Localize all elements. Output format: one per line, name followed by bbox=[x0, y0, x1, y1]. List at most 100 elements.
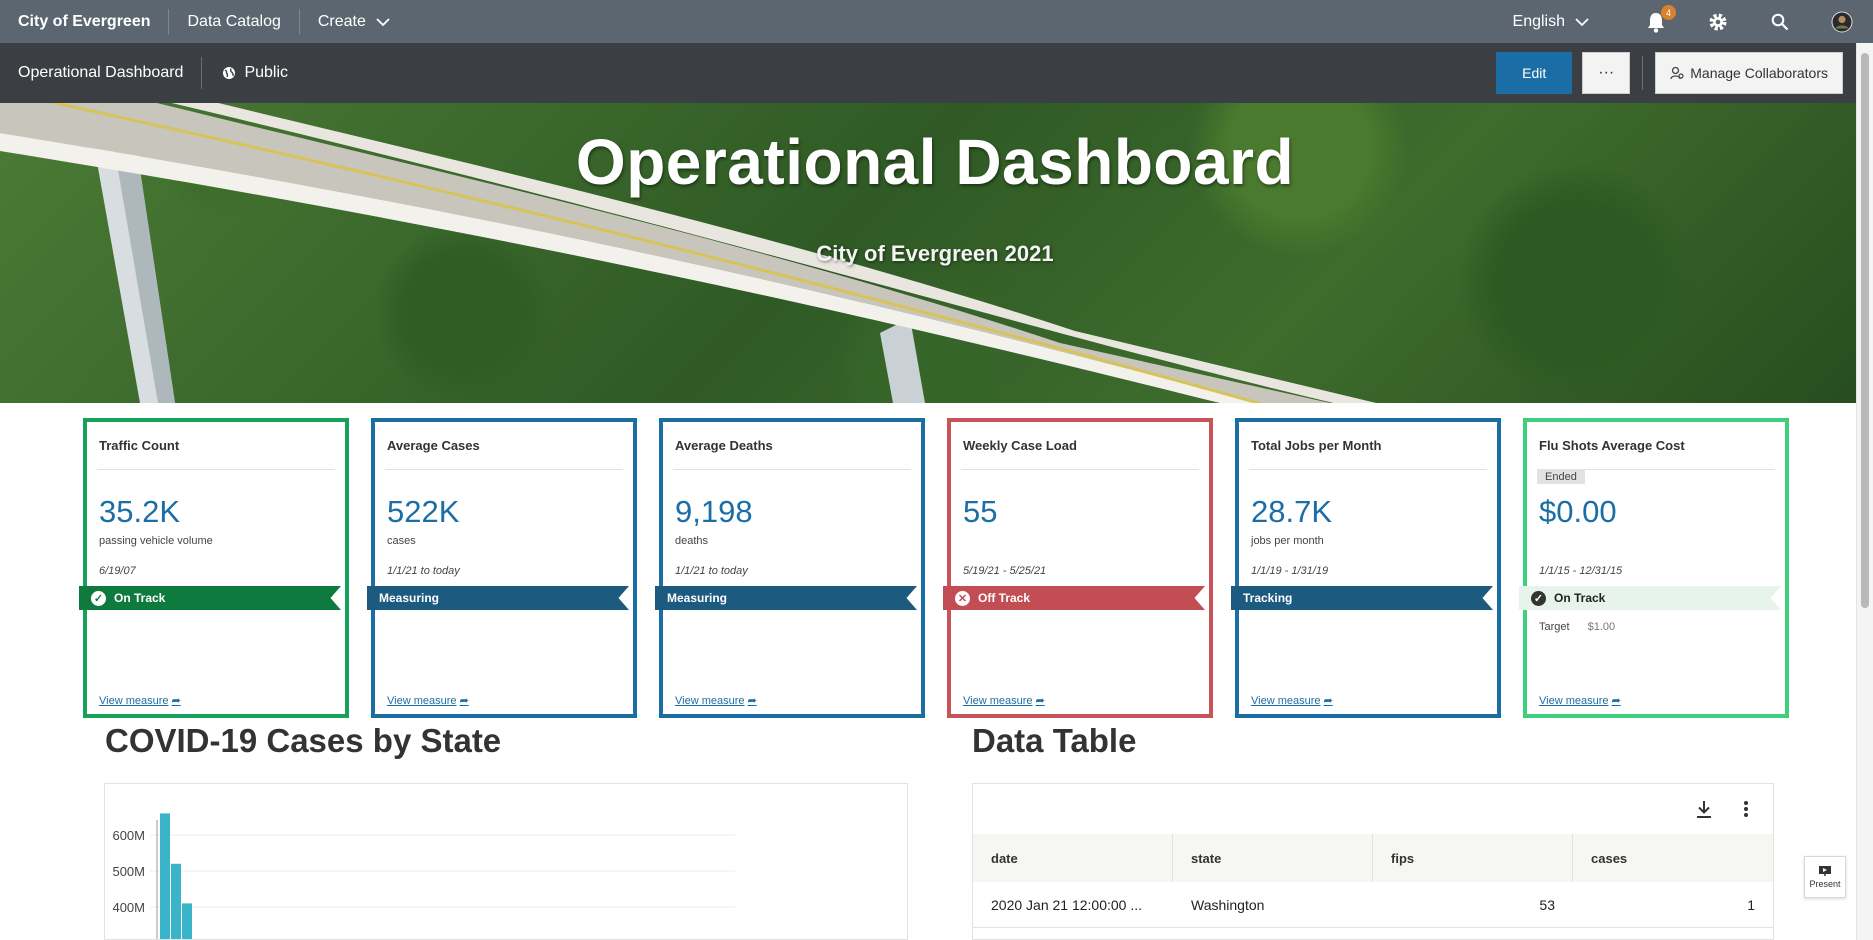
card-unit: deaths bbox=[675, 535, 709, 547]
card-title: Weekly Case Load bbox=[961, 422, 1199, 470]
view-measure-link[interactable]: View measure ➦ bbox=[387, 694, 469, 708]
cell-fips: 53 bbox=[1539, 896, 1555, 913]
gear-icon bbox=[1709, 13, 1727, 30]
view-measure-link[interactable]: View measure ➦ bbox=[675, 694, 757, 708]
view-measure-label: View measure bbox=[675, 694, 745, 707]
status-label: On Track bbox=[114, 591, 166, 605]
status-label: Off Track bbox=[978, 591, 1031, 605]
card-period: 1/1/21 to today bbox=[675, 565, 748, 577]
arrow-icon: ➦ bbox=[1611, 695, 1621, 707]
presentation-icon bbox=[1819, 866, 1831, 876]
top-navigation: City of Evergreen Data Catalog Create En… bbox=[0, 0, 1873, 43]
data-table: date state fips cases 2020 Jan 21 12:00:… bbox=[972, 783, 1774, 940]
card-period: 1/1/19 - 1/31/19 bbox=[1251, 565, 1329, 577]
card-title: Total Jobs per Month bbox=[1249, 422, 1487, 470]
card-title: Flu Shots Average Cost bbox=[1537, 422, 1775, 470]
column-header-cases[interactable]: cases bbox=[1573, 834, 1773, 882]
status-ribbon: Tracking bbox=[1231, 586, 1493, 610]
kebab-menu-icon[interactable] bbox=[1743, 799, 1749, 819]
visibility-label: Public bbox=[244, 64, 289, 81]
notification-count-badge: 4 bbox=[1661, 5, 1676, 20]
present-button[interactable]: Present bbox=[1804, 856, 1846, 898]
view-measure-label: View measure bbox=[387, 694, 457, 707]
dashboard-header-bar: Operational Dashboard Public Edit ··· Ma… bbox=[0, 43, 1873, 103]
avatar-icon bbox=[1831, 11, 1853, 32]
view-measure-label: View measure bbox=[99, 694, 169, 707]
download-icon[interactable] bbox=[1695, 799, 1713, 819]
target-value: $1.00 bbox=[1587, 621, 1616, 633]
measure-card-average-deaths: Average Deaths 9,198 deaths 1/1/21 to to… bbox=[655, 418, 925, 718]
manage-collaborators-button[interactable]: Manage Collaborators bbox=[1655, 52, 1843, 94]
chevron-down-icon bbox=[376, 17, 390, 26]
measure-card-traffic-count: Traffic Count 35.2K passing vehicle volu… bbox=[79, 418, 349, 718]
search-icon bbox=[1771, 13, 1789, 30]
page-scrollbar[interactable] bbox=[1856, 43, 1873, 940]
chart-bar[interactable] bbox=[171, 863, 181, 940]
measure-card-average-cases: Average Cases 522K cases 1/1/21 to today… bbox=[367, 418, 637, 718]
status-label: On Track bbox=[1554, 591, 1606, 605]
covid-cases-chart[interactable]: 600M 500M 400M bbox=[104, 783, 908, 940]
globe-icon bbox=[223, 67, 236, 79]
view-measure-link[interactable]: View measure ➦ bbox=[99, 694, 181, 708]
card-period: 5/19/21 - 5/25/21 bbox=[963, 565, 1047, 577]
view-measure-link[interactable]: View measure ➦ bbox=[1539, 694, 1621, 708]
card-value: 35.2K bbox=[99, 494, 181, 529]
chevron-down-icon bbox=[1575, 17, 1589, 26]
table-section-title: Data Table bbox=[972, 722, 1137, 759]
manage-collaborators-label: Manage Collaborators bbox=[1690, 65, 1828, 81]
view-measure-label: View measure bbox=[1251, 694, 1321, 707]
card-period: 1/1/15 - 12/31/15 bbox=[1539, 565, 1623, 577]
arrow-icon: ➦ bbox=[747, 695, 757, 707]
cell-cases: 1 bbox=[1747, 896, 1755, 913]
measure-card-weekly-case-load: Weekly Case Load 55 5/19/21 - 5/25/21 ✕ … bbox=[943, 418, 1213, 718]
card-title: Average Cases bbox=[385, 422, 623, 470]
user-gear-icon bbox=[1670, 66, 1684, 80]
cell-state: Washington bbox=[1191, 896, 1265, 913]
chart-bar[interactable] bbox=[182, 903, 192, 940]
column-header-fips[interactable]: fips bbox=[1373, 834, 1573, 882]
site-brand[interactable]: City of Evergreen bbox=[0, 13, 168, 31]
status-ribbon: ✓ On Track bbox=[79, 586, 341, 610]
measure-card-total-jobs: Total Jobs per Month 28.7K jobs per mont… bbox=[1231, 418, 1501, 718]
view-measure-link[interactable]: View measure ➦ bbox=[963, 694, 1045, 708]
actions-divider bbox=[1642, 56, 1644, 90]
view-measure-link[interactable]: View measure ➦ bbox=[1251, 694, 1333, 708]
scrollbar-thumb[interactable] bbox=[1861, 53, 1869, 608]
user-avatar-button[interactable] bbox=[1811, 0, 1873, 43]
table-header-row: date state fips cases bbox=[973, 834, 1773, 882]
status-label: Measuring bbox=[379, 591, 440, 605]
dashboard-name: Operational Dashboard bbox=[18, 64, 184, 81]
nav-create-menu[interactable]: Create bbox=[300, 13, 408, 31]
search-button[interactable] bbox=[1749, 0, 1811, 43]
visibility-indicator[interactable]: Public bbox=[202, 64, 308, 82]
arrow-icon: ➦ bbox=[1035, 695, 1045, 707]
status-ribbon: ✕ Off Track bbox=[943, 586, 1205, 610]
arrow-icon: ➦ bbox=[459, 695, 469, 707]
column-header-state[interactable]: state bbox=[1173, 834, 1373, 882]
target-row: Target $1.00 bbox=[1539, 621, 1615, 633]
measure-card-flu-shots: Flu Shots Average Cost Ended $0.00 1/1/1… bbox=[1519, 418, 1789, 718]
card-value: 9,198 bbox=[675, 494, 753, 529]
arrow-icon: ➦ bbox=[171, 695, 181, 707]
nav-create-label: Create bbox=[317, 12, 366, 30]
ended-badge: Ended bbox=[1537, 470, 1585, 484]
table-row[interactable]: 2020 Jan 21 12:00:00 ... Washington 53 1 bbox=[973, 882, 1773, 928]
status-ribbon: Measuring bbox=[367, 586, 629, 610]
language-selector[interactable]: English bbox=[1513, 13, 1589, 31]
language-label: English bbox=[1512, 12, 1565, 30]
nav-data-catalog[interactable]: Data Catalog bbox=[169, 13, 298, 31]
column-header-date[interactable]: date bbox=[973, 834, 1173, 882]
card-period: 6/19/07 bbox=[99, 565, 136, 577]
notifications-button[interactable]: 4 bbox=[1625, 0, 1687, 43]
card-unit: jobs per month bbox=[1251, 535, 1324, 547]
table-row-partial bbox=[973, 928, 1773, 939]
edit-button[interactable]: Edit bbox=[1496, 52, 1573, 94]
chart-section-title: COVID-19 Cases by State bbox=[105, 722, 502, 759]
chart-bar[interactable] bbox=[160, 813, 170, 940]
card-unit: passing vehicle volume bbox=[99, 535, 213, 547]
status-ribbon: ✓ On Track bbox=[1519, 586, 1781, 610]
more-options-button[interactable]: ··· bbox=[1582, 52, 1631, 94]
card-title: Average Deaths bbox=[673, 422, 911, 470]
check-icon: ✓ bbox=[91, 590, 106, 606]
settings-button[interactable] bbox=[1687, 0, 1749, 43]
